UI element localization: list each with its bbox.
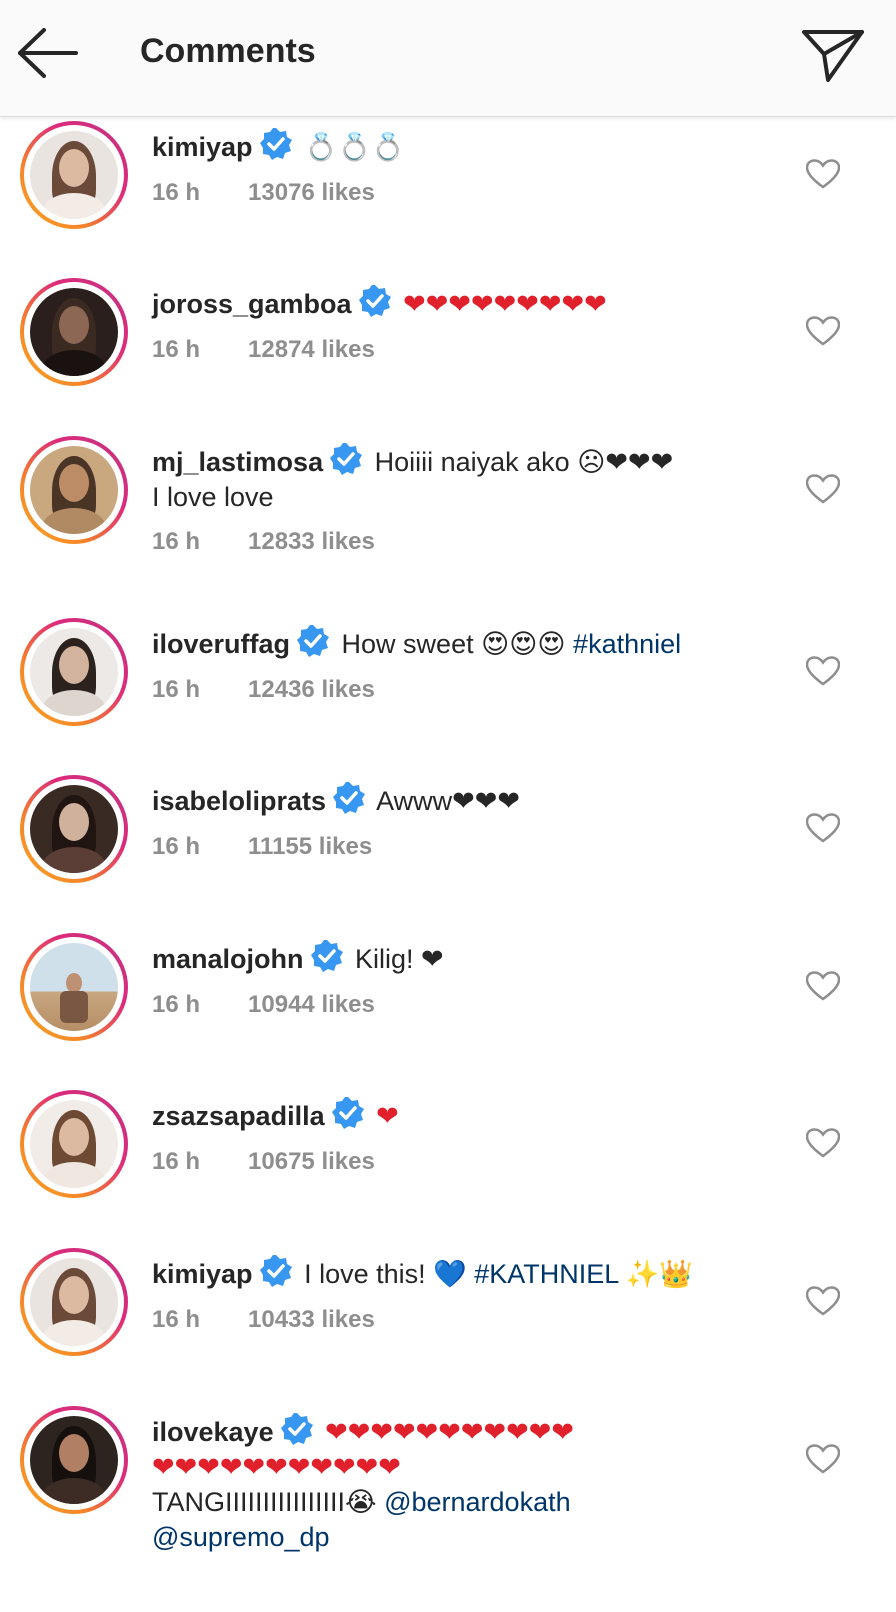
comment-likes[interactable]: 10433 likes (248, 1306, 375, 1333)
comment-username[interactable]: isabeloliprats (152, 786, 326, 816)
comment-time: 16 h (152, 991, 201, 1018)
comment-username[interactable]: zsazsapadilla (152, 1101, 325, 1131)
comment-username[interactable]: manalojohn (152, 944, 304, 974)
avatar[interactable] (20, 436, 128, 544)
verified-badge-icon (358, 284, 392, 318)
verified-badge-icon (296, 624, 330, 658)
comment-likes[interactable]: 11155 likes (248, 833, 372, 860)
comment-text: ❤❤❤❤❤❤❤❤❤ (403, 289, 607, 319)
share-button[interactable] (798, 22, 868, 88)
heart-outline-icon (805, 1444, 841, 1474)
verified-badge-icon (332, 781, 366, 815)
comment-text: ❤ (376, 1101, 399, 1131)
comment-username[interactable]: joross_gamboa (152, 289, 352, 319)
comment-time: 16 h (152, 179, 201, 206)
page-title: Comments (140, 32, 316, 70)
comment-likes[interactable]: 12874 likes (248, 336, 375, 363)
like-button[interactable] (805, 656, 841, 686)
verified-badge-icon (310, 939, 344, 973)
comment-likes[interactable]: 10675 likes (248, 1148, 375, 1175)
comment-time: 16 h (152, 336, 201, 363)
avatar[interactable] (20, 1248, 128, 1356)
comment-meta: 16 h 12436 likes (152, 676, 375, 704)
like-button[interactable] (805, 971, 841, 1001)
avatar[interactable] (20, 121, 128, 229)
comment-meta: 16 h 10675 likes (152, 1148, 375, 1176)
avatar[interactable] (20, 933, 128, 1041)
comment-text-line2: ❤❤❤❤❤❤❤❤❤❤❤ (152, 1452, 401, 1482)
comment-time: 16 h (152, 1148, 201, 1175)
heart-outline-icon (805, 813, 841, 843)
comment-username[interactable]: kimiyap (152, 1259, 253, 1289)
comment-text: I love this! 💙 (304, 1259, 475, 1289)
comment-username[interactable]: mj_lastimosa (152, 447, 323, 477)
heart-outline-icon (805, 1286, 841, 1316)
comment-meta: 16 h 10433 likes (152, 1306, 375, 1334)
comment-likes[interactable]: 10944 likes (248, 991, 375, 1018)
like-button[interactable] (805, 474, 841, 504)
verified-badge-icon (329, 442, 363, 476)
heart-outline-icon (805, 159, 841, 189)
comment-username[interactable]: iloveruffag (152, 629, 290, 659)
comment-time: 16 h (152, 1306, 201, 1333)
avatar[interactable] (20, 618, 128, 726)
comment-mention-link[interactable]: @supremo_dp (152, 1522, 330, 1552)
heart-outline-icon (805, 474, 841, 504)
heart-outline-icon (805, 971, 841, 1001)
comment-likes[interactable]: 13076 likes (248, 179, 375, 206)
comment-text: Hoiiii naiyak ako ☹❤❤❤ (374, 447, 674, 477)
comment-emoji-suffix: ✨👑 (618, 1259, 694, 1289)
verified-badge-icon (259, 1254, 293, 1288)
comments-list[interactable]: kimiyap 💍💍💍 16 h 13076 likes joross_gambo… (0, 117, 896, 1612)
comment-hashtag-link[interactable]: #KATHNIEL (474, 1259, 618, 1289)
comment-text: ❤❤❤❤❤❤❤❤❤❤❤ (325, 1417, 574, 1447)
avatar[interactable] (20, 1090, 128, 1198)
heart-outline-icon (805, 656, 841, 686)
like-button[interactable] (805, 159, 841, 189)
like-button[interactable] (805, 1128, 841, 1158)
comment-meta: 16 h 12874 likes (152, 336, 375, 364)
comment-time: 16 h (152, 528, 201, 555)
comment-text: Kilig! ❤ (355, 944, 444, 974)
comment-text-line3: TANGIIIIIIIIIIIIIIII😭 (152, 1487, 385, 1517)
comment-likes[interactable]: 12833 likes (248, 528, 375, 555)
like-button[interactable] (805, 813, 841, 843)
comment-text: 💍💍💍 (304, 132, 405, 162)
like-button[interactable] (805, 1444, 841, 1474)
comment-hashtag-link[interactable]: #kathniel (573, 629, 681, 659)
comment-meta: 16 h 10944 likes (152, 991, 375, 1019)
avatar[interactable] (20, 278, 128, 386)
avatar[interactable] (20, 775, 128, 883)
paper-plane-icon (802, 30, 864, 82)
comment-meta: 16 h 13076 likes (152, 179, 375, 207)
verified-badge-icon (331, 1096, 365, 1130)
comment-username[interactable]: ilovekaye (152, 1417, 274, 1447)
comment-meta: 16 h 12833 likes (152, 528, 375, 556)
heart-outline-icon (805, 316, 841, 346)
like-button[interactable] (805, 316, 841, 346)
arrow-left-icon (18, 28, 78, 78)
comment-time: 16 h (152, 833, 201, 860)
top-bar: Comments (0, 0, 896, 117)
heart-outline-icon (805, 1128, 841, 1158)
avatar[interactable] (20, 1406, 128, 1514)
comment-text: How sweet 😍😍😍 (341, 629, 574, 659)
verified-badge-icon (259, 127, 293, 161)
comment-meta: 16 h 11155 likes (152, 833, 372, 861)
comment-time: 16 h (152, 676, 201, 703)
back-button[interactable] (14, 22, 82, 84)
comment-text-line2: I love love (152, 482, 274, 512)
verified-badge-icon (280, 1412, 314, 1446)
comment-text: Awww❤❤❤ (376, 786, 520, 816)
comment-likes[interactable]: 12436 likes (248, 676, 375, 703)
like-button[interactable] (805, 1286, 841, 1316)
comment-username[interactable]: kimiyap (152, 132, 253, 162)
comment-mention-link[interactable]: @bernardokath (384, 1487, 571, 1517)
